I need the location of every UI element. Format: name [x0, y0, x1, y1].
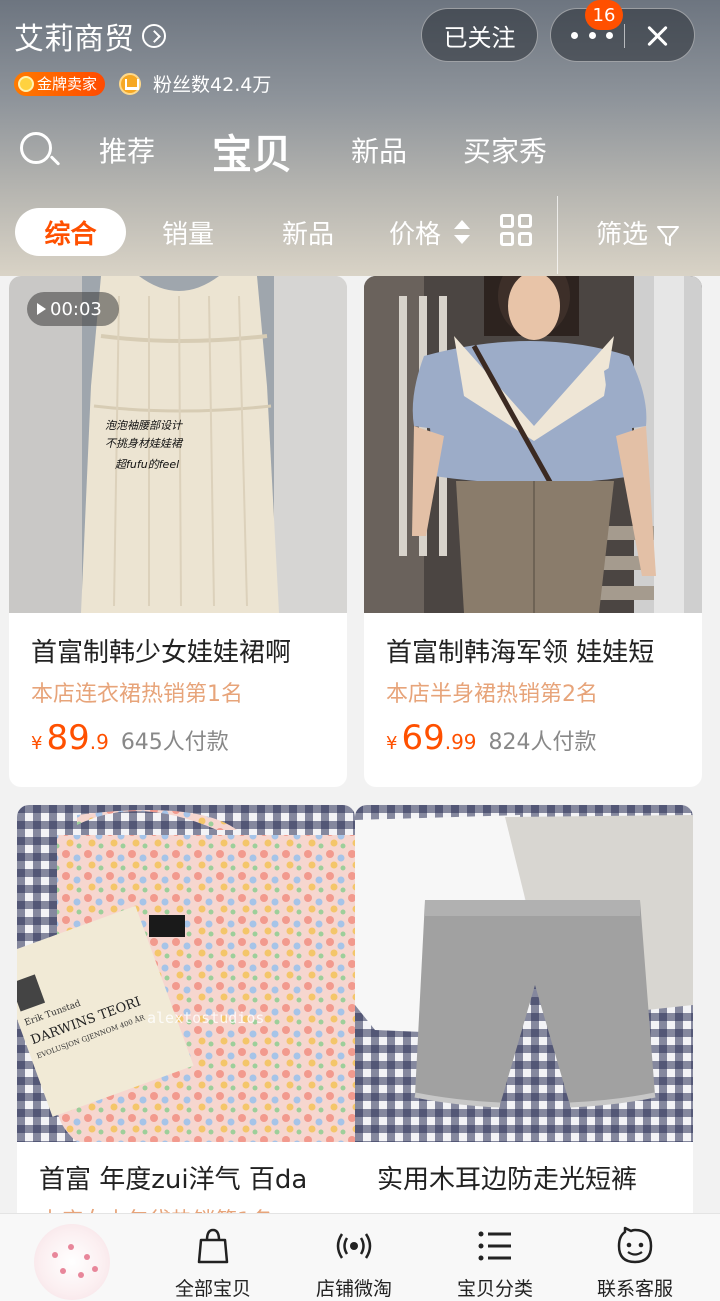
product-image: [364, 276, 702, 613]
product-title: 首富 年度zui洋气 百da: [39, 1165, 308, 1195]
seller-info: 金牌卖家 粉丝数42.4万: [14, 70, 271, 97]
video-duration-tag[interactable]: 00:03: [27, 292, 119, 326]
medal-icon: [18, 75, 34, 92]
price-row: ¥ 89 .9 645人付款: [31, 718, 229, 758]
nav-store-feed-label: 店铺微淘: [315, 1278, 392, 1300]
sold-count: 824人付款: [488, 730, 597, 755]
store-name[interactable]: 艾莉商贸: [14, 14, 166, 58]
bottom-nav-bar: 全部宝贝 店铺微淘 宝贝分类 联系客服: [0, 1213, 720, 1301]
nav-all-products-label: 全部宝贝: [174, 1278, 251, 1300]
tab-new[interactable]: 新品: [351, 130, 407, 170]
store-name-text: 艾莉商贸: [14, 22, 134, 57]
play-icon: [37, 303, 46, 315]
broadcast-icon: [336, 1233, 372, 1259]
filter-funnel-icon[interactable]: [656, 224, 680, 248]
main-tabs: 推荐 宝贝 新品 买家秀: [0, 120, 720, 182]
follow-button[interactable]: 已关注: [421, 8, 538, 62]
price-decimal: .99: [444, 730, 477, 754]
pill-divider: [624, 24, 625, 48]
product-rank: 本店连衣裙热销第1名: [31, 682, 243, 707]
filter-sales[interactable]: 销量: [162, 214, 214, 251]
store-header: 艾莉商贸 已关注 16 金牌卖家 粉丝数42.4万 推荐 宝贝 新品 买家秀 综…: [0, 0, 720, 276]
chevron-right-icon: [142, 24, 166, 48]
product-rank: 本店半身裙热销第2名: [386, 682, 598, 707]
gold-seller-badge: 金牌卖家: [14, 71, 106, 96]
crown-icon: [119, 72, 142, 95]
fans-count: 粉丝数42.4万: [153, 74, 272, 96]
filter-price[interactable]: 价格: [389, 214, 441, 251]
price-decimal: .9: [89, 730, 109, 754]
product-image: Erik Tunstad DARWINS TEORI EVOLUSJON GJE…: [17, 805, 355, 1142]
nav-categories-label: 宝贝分类: [456, 1278, 533, 1300]
product-title: 实用木耳边防走光短裤: [377, 1165, 638, 1195]
product-image: [355, 805, 693, 1142]
currency-symbol: ¥: [31, 733, 43, 754]
list-icon: [478, 1231, 511, 1261]
price-row: ¥ 69 .99 824人付款: [386, 718, 597, 758]
product-card[interactable]: 泡泡袖腰部设计 不挑身材娃娃裙 超fufu的feel 00:03 首富制韩少女娃…: [9, 276, 347, 787]
sold-count: 645人付款: [120, 730, 229, 755]
filter-new[interactable]: 新品: [282, 214, 334, 251]
tab-products[interactable]: 宝贝: [212, 122, 292, 180]
sort-arrows-icon[interactable]: [454, 218, 470, 248]
gold-seller-label: 金牌卖家: [37, 75, 98, 93]
product-card[interactable]: 实用木耳边防走光短裤: [355, 805, 693, 1225]
image-caption-1: 泡泡袖腰部设计: [105, 419, 183, 432]
filter-screen[interactable]: 筛选: [596, 214, 648, 251]
image-caption-3: 超fufu的feel: [115, 458, 179, 471]
close-icon[interactable]: [643, 22, 671, 50]
tab-buyer-show[interactable]: 买家秀: [463, 130, 547, 170]
product-title: 首富制韩海军领 娃娃短: [386, 638, 655, 668]
price-integer: 89: [46, 718, 90, 758]
grid-view-icon[interactable]: [500, 214, 534, 248]
video-duration: 00:03: [50, 298, 102, 320]
image-caption-2: 不挑身材娃娃裙: [105, 437, 184, 450]
store-logo[interactable]: [34, 1224, 110, 1300]
currency-symbol: ¥: [386, 733, 398, 754]
product-title: 首富制韩少女娃娃裙啊: [31, 638, 292, 668]
tab-recommend[interactable]: 推荐: [99, 130, 155, 170]
watermark: alextostudios: [147, 1009, 264, 1027]
product-card[interactable]: Erik Tunstad DARWINS TEORI EVOLUSJON GJE…: [17, 805, 355, 1225]
shopping-bag-icon: [197, 1228, 229, 1264]
filter-divider: [557, 196, 558, 274]
product-image: 泡泡袖腰部设计 不挑身材娃娃裙 超fufu的feel: [9, 276, 347, 613]
filter-bar: 综合 销量 新品 价格 筛选: [0, 196, 720, 274]
notification-badge: 16: [585, 0, 623, 30]
filter-comprehensive[interactable]: 综合: [15, 208, 126, 256]
nav-customer-service-label: 联系客服: [596, 1278, 673, 1300]
product-card[interactable]: 首富制韩海军领 娃娃短 本店半身裙热销第2名 ¥ 69 .99 824人付款: [364, 276, 702, 787]
chat-icon: [617, 1226, 653, 1264]
price-integer: 69: [401, 718, 445, 758]
search-icon[interactable]: [20, 132, 61, 172]
